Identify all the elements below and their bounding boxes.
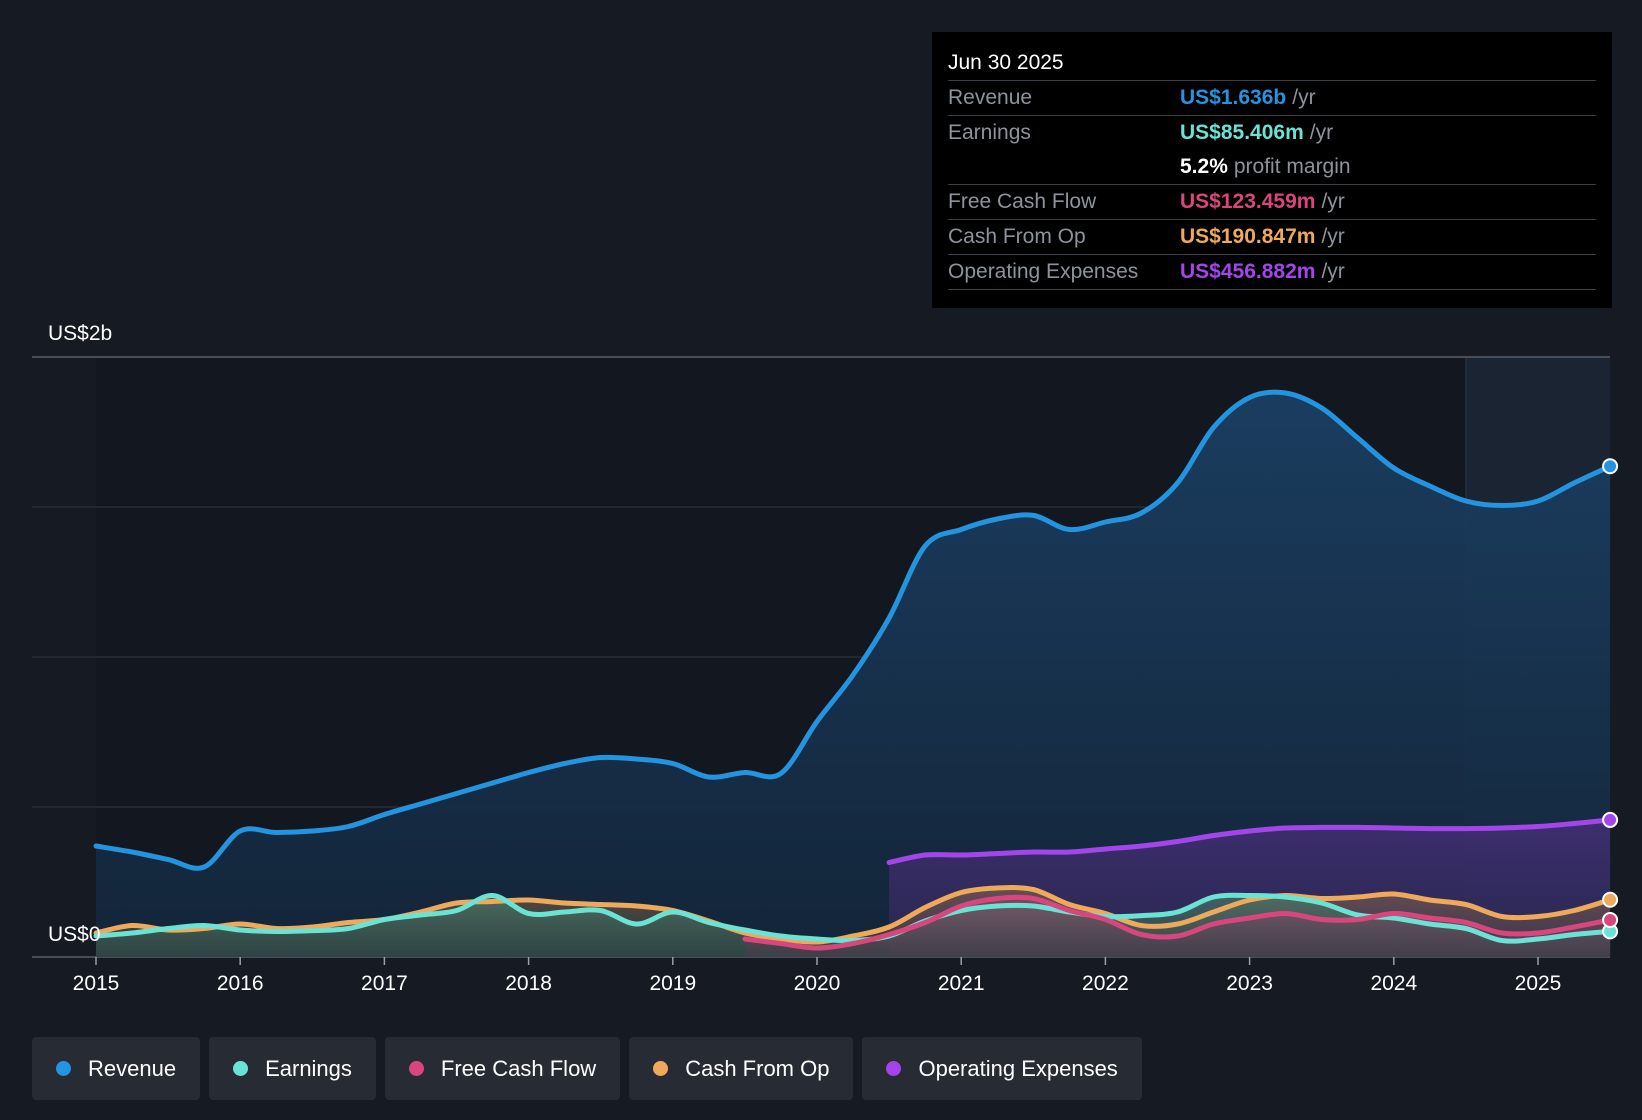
tooltip-row-unit: /yr [1321, 190, 1345, 213]
tooltip-row-value: 5.2% [1180, 155, 1228, 178]
x-tick-label: 2017 [361, 972, 408, 995]
tooltip-row: 5.2% profit margin [948, 150, 1596, 185]
legend-dot-icon [408, 1061, 424, 1076]
tooltip-row-label: Cash From Op [948, 225, 1086, 248]
legend-item-cash-from-op[interactable]: Cash From Op [629, 1037, 854, 1100]
tooltip-row-unit: /yr [1292, 86, 1316, 109]
y-axis-top-label: US$2b [48, 322, 112, 345]
x-tick-label: 2020 [794, 972, 841, 995]
tooltip-row-label [948, 150, 1180, 184]
tooltip-row: Operating Expenses US$456.882m/yr [948, 255, 1596, 290]
tooltip-row-value: US$85.406m [1180, 121, 1304, 144]
tooltip-row-unit: profit margin [1233, 155, 1351, 178]
tooltip-row-label: Free Cash Flow [948, 190, 1097, 213]
tooltip-row-value: US$123.459m [1180, 190, 1316, 213]
tooltip-row-value: US$1.636b [1180, 86, 1287, 109]
legend-item-earnings[interactable]: Earnings [209, 1037, 376, 1100]
legend-label: Cash From Op [685, 1055, 830, 1081]
tooltip-row-unit: /yr [1321, 225, 1345, 248]
tooltip-row-value: US$190.847m [1180, 225, 1316, 248]
legend-item-free-cash-flow[interactable]: Free Cash Flow [384, 1037, 621, 1100]
y-axis-bottom-label: US$0 [48, 923, 101, 946]
legend: Revenue Earnings Free Cash Flow Cash From O… [32, 1037, 1142, 1100]
x-tick-label: 2023 [1226, 972, 1273, 995]
cash-from-op-endpoint [1602, 891, 1619, 908]
legend-dot-icon [56, 1061, 71, 1076]
legend-label: Free Cash Flow [440, 1055, 597, 1081]
free-cash-flow-endpoint [1602, 911, 1619, 928]
legend-dot-icon [653, 1061, 669, 1076]
x-tick-label: 2025 [1515, 972, 1562, 995]
revenue-endpoint [1602, 458, 1619, 475]
legend-dot-icon [233, 1061, 249, 1076]
tooltip-row: Revenue US$1.636b/yr [948, 81, 1596, 116]
tooltip-row-label: Revenue [948, 86, 1033, 109]
tooltip-row: Free Cash Flow US$123.459m/yr [948, 185, 1596, 220]
x-tick-label: 2015 [73, 972, 120, 995]
x-tick-label: 2016 [217, 972, 264, 995]
x-tick-label: 2022 [1082, 972, 1129, 995]
legend-label: Revenue [88, 1055, 177, 1081]
x-tick-label: 2018 [505, 972, 552, 995]
legend-label: Earnings [265, 1055, 352, 1081]
tooltip-row-label: Earnings [948, 121, 1031, 144]
tooltip-rows: Revenue US$1.636b/yr Earnings US$85.406m/yr… [948, 81, 1596, 290]
x-tick-label: 2021 [938, 972, 985, 995]
tooltip-row-unit: /yr [1309, 121, 1334, 144]
tooltip-row-label: Operating Expenses [948, 260, 1139, 283]
legend-item-operating-expenses[interactable]: Operating Expenses [862, 1037, 1142, 1100]
operating-expenses-endpoint [1602, 811, 1619, 828]
tooltip-row-unit: /yr [1321, 260, 1345, 283]
tooltip-date: Jun 30 2025 [948, 46, 1596, 81]
tooltip-row: Cash From Op US$190.847m/yr [948, 220, 1596, 255]
legend-label: Operating Expenses [918, 1055, 1118, 1081]
x-axis: 2015 2016 2017 2018 2019 2020 2021 2022 2023 2024… [73, 957, 1562, 995]
tooltip-row-value: US$456.882m [1180, 260, 1316, 283]
x-tick-label: 2024 [1370, 972, 1417, 995]
tooltip-row: Earnings US$85.406m/yr [948, 116, 1596, 150]
legend-item-revenue[interactable]: Revenue [32, 1037, 201, 1100]
x-tick-label: 2019 [649, 972, 696, 995]
legend-dot-icon [886, 1061, 902, 1076]
tooltip-panel: Jun 30 2025 Revenue US$1.636b/yr Earnings U… [932, 32, 1612, 308]
